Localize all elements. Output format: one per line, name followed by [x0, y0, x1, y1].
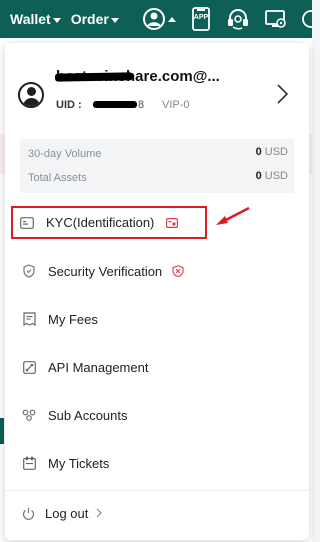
shield-icon	[22, 264, 36, 278]
stat-label: 30-day Volume	[28, 148, 102, 160]
chevron-down-icon	[110, 17, 119, 23]
divider	[5, 490, 309, 491]
menu-item-security[interactable]: Security Verification	[15, 253, 299, 289]
menu-label-tickets: My Tickets	[48, 455, 110, 471]
stat-value: 0 USD	[255, 146, 288, 158]
support-button[interactable]	[226, 6, 250, 32]
ticket-icon	[22, 456, 36, 470]
order-label: Order	[70, 11, 109, 27]
menu-item-api[interactable]: API Management	[15, 349, 299, 385]
id-warning-badge-icon	[166, 217, 179, 228]
stat-label: Total Assets	[28, 172, 87, 184]
power-icon	[22, 507, 35, 520]
settings-button[interactable]	[264, 6, 288, 32]
stat-row-volume: 30-day Volume 0 USD	[20, 142, 294, 166]
menu-label-sub-accounts: Sub Accounts	[48, 407, 128, 423]
menu-item-fees[interactable]: My Fees	[15, 301, 299, 337]
order-menu[interactable]: Order	[61, 11, 119, 27]
annotation-arrow-icon	[216, 206, 250, 225]
wallet-label: Wallet	[10, 11, 51, 27]
app-label: APP	[193, 14, 209, 21]
fee-receipt-icon	[22, 312, 36, 326]
redaction-mark	[54, 72, 134, 82]
uid-value: 8	[138, 99, 145, 111]
chevron-down-icon	[52, 17, 61, 23]
redaction-mark	[93, 101, 137, 108]
user-circle-icon	[143, 8, 176, 30]
chevron-right-icon	[277, 84, 289, 104]
api-icon	[22, 360, 36, 374]
headset-icon	[228, 9, 248, 30]
user-account-button[interactable]	[142, 6, 176, 32]
sub-accounts-icon	[22, 408, 36, 422]
menu-item-tickets[interactable]: My Tickets	[15, 445, 299, 481]
wallet-menu[interactable]: Wallet	[0, 11, 61, 27]
page-accent-bar	[0, 418, 4, 444]
globe-icon	[302, 10, 312, 28]
logout-label: Log out	[45, 505, 89, 521]
menu-label-fees: My Fees	[48, 311, 98, 327]
vip-level-badge: VIP-0	[162, 99, 190, 111]
stat-row-assets: Total Assets 0 USD	[20, 166, 294, 190]
menu-item-sub-accounts[interactable]: Sub Accounts	[15, 397, 299, 433]
user-profile-header[interactable]: bestcoinshare.com@... UID : 8 VIP-0	[5, 43, 309, 138]
menu-label-security: Security Verification	[48, 263, 163, 279]
shield-warning-badge-icon	[172, 265, 184, 277]
account-stats-box: 30-day Volume 0 USD Total Assets 0 USD	[20, 139, 294, 193]
account-dropdown-panel: bestcoinshare.com@... UID : 8 VIP-0 30-d…	[5, 43, 309, 540]
uid-label: UID :	[56, 99, 82, 111]
chevron-right-icon	[96, 508, 103, 518]
monitor-gear-icon	[265, 10, 286, 28]
top-nav-bar: Wallet Order APP	[0, 0, 312, 38]
logout-button[interactable]: Log out	[15, 495, 104, 531]
id-card-icon	[20, 216, 34, 230]
menu-label-kyc: KYC(Identification)	[46, 215, 155, 230]
app-download-button[interactable]: APP	[190, 6, 212, 32]
menu-label-api: API Management	[48, 359, 149, 375]
language-button[interactable]	[300, 6, 312, 32]
menu-item-kyc[interactable]: KYC(Identification)	[11, 206, 207, 239]
stat-value: 0 USD	[255, 170, 288, 182]
avatar	[18, 82, 44, 108]
